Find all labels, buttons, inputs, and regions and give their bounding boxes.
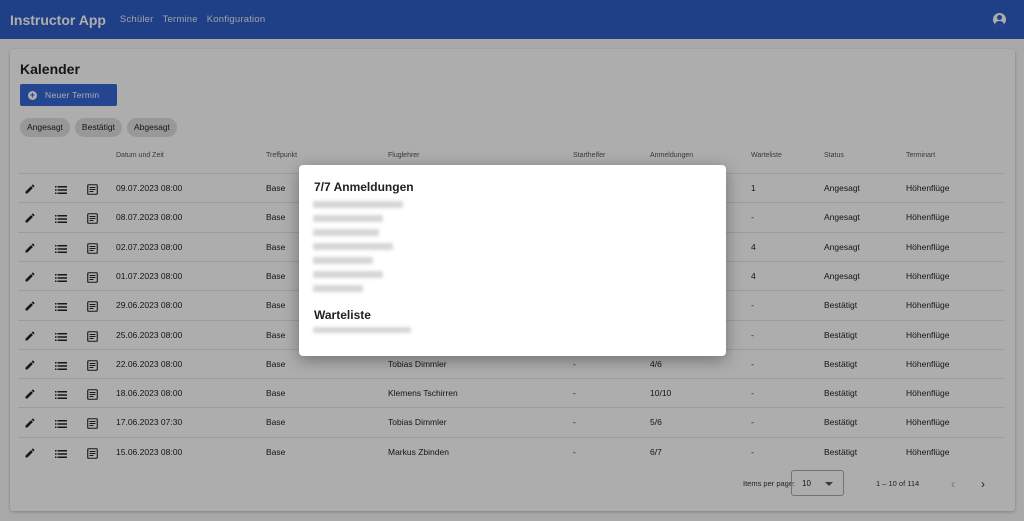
redacted-name (313, 327, 411, 333)
redacted-name (313, 257, 373, 264)
redacted-name (313, 271, 383, 278)
redacted-name (313, 201, 403, 208)
waitlist-title: Warteliste (314, 308, 371, 322)
redacted-name (313, 285, 363, 292)
dialog-title: 7/7 Anmeldungen (314, 180, 414, 194)
signups-dialog: 7/7 Anmeldungen Warteliste (299, 165, 726, 356)
redacted-name (313, 243, 393, 250)
redacted-name (313, 215, 383, 222)
redacted-name (313, 229, 379, 236)
